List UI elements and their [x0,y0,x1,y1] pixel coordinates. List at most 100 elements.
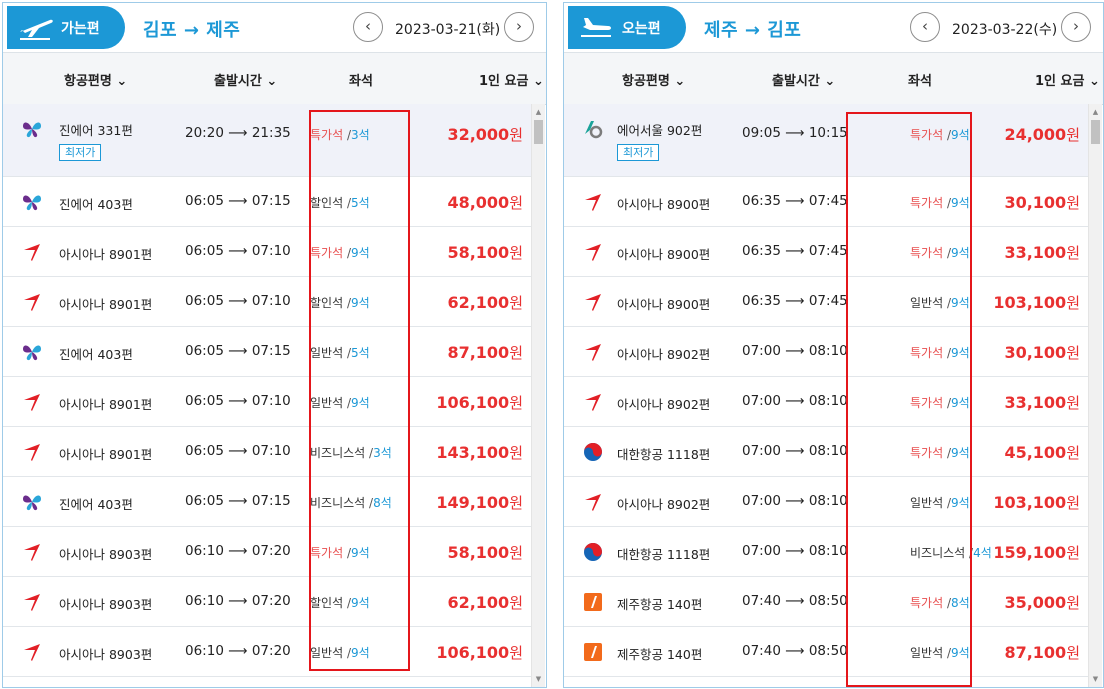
flight-time: 06:05 ⟶ 07:10 [185,293,291,309]
flight-row[interactable]: 진에어 403편 06:05 ⟶ 07:15 비즈니스석 /8석 149,100원 [3,477,531,527]
outbound-tab[interactable]: 가는편 [7,6,125,49]
fare-price[interactable]: 87,100원 [1004,642,1080,663]
departure-sort-header[interactable]: 출발시간 ⌄ [214,70,277,89]
seat-info: 일반석 /9석 [910,494,970,511]
flight-row[interactable]: 아시아나 8901편 06:05 ⟶ 07:10 일반석 /9석 106,100원 [3,377,531,427]
fare-price[interactable]: 32,000원 [447,124,523,145]
airseoul-icon [582,118,604,140]
flight-row[interactable]: 아시아나 8903편 06:10 ⟶ 07:20 할인석 /9석 62,100원 [3,577,531,627]
flight-time: 06:35 ⟶ 07:45 [742,193,848,209]
departure-plane-icon [20,19,53,40]
flight-row[interactable]: 아시아나 8901편 06:05 ⟶ 07:10 비즈니스석 /3석 143,100원 [3,427,531,477]
arrival-time: 08:10 [808,493,848,509]
inbound-route: 제주 → 김포 [704,20,802,41]
fare-price[interactable]: 45,100원 [1004,442,1080,463]
flight-row[interactable]: 진에어 331편 최저가 20:20 ⟶ 21:35 특가석 /3석 32,000원 [3,104,531,177]
inbound-tab[interactable]: 오는편 [568,6,686,49]
seat-info: 특가석 /9석 [910,244,970,261]
flight-row[interactable]: 아시아나 8903편 06:10 ⟶ 07:20 특가석 /9석 58,100원 [3,527,531,577]
outbound-scrollbar[interactable]: ▲ ▼ [531,104,545,687]
fare-price[interactable]: 30,100원 [1004,192,1080,213]
seat-info: 할인석 /9석 [310,294,370,311]
fare-price[interactable]: 30,100원 [1004,342,1080,363]
asiana-wing-icon [582,491,604,513]
flight-time: 06:05 ⟶ 07:15 [185,193,291,209]
scroll-up-arrow-icon[interactable]: ▲ [532,106,545,118]
airline-sort-header[interactable]: 항공편명 ⌄ [64,70,127,89]
arrival-time: 08:10 [808,343,848,359]
fare-price[interactable]: 103,100원 [993,292,1080,313]
seat-info: 일반석 /9석 [310,394,370,411]
scroll-down-arrow-icon[interactable]: ▼ [532,673,545,685]
fare-unit: 원 [509,294,523,312]
next-date-button[interactable]: › [1061,12,1091,42]
departure-time: 07:40 [742,643,781,659]
seat-info: 특가석 /9석 [910,444,970,461]
arrow-right-icon: ⟶ [780,443,809,459]
flight-row[interactable]: 제주항공 140편 07:40 ⟶ 08:50 일반석 /9석 87,100원 [564,627,1088,677]
flight-row[interactable]: 진에어 403편 06:05 ⟶ 07:15 일반석 /5석 87,100원 [3,327,531,377]
seat-count: 9석 [350,546,370,560]
prev-date-button[interactable]: ‹ [353,12,383,42]
flight-row[interactable]: 아시아나 8902편 07:00 ⟶ 08:10 특가석 /9석 33,100원 [564,377,1088,427]
fare-price[interactable]: 62,100원 [447,292,523,313]
flight-row[interactable]: 제주항공 140편 07:40 ⟶ 08:50 특가석 /8석 35,000원 [564,577,1088,627]
fare-price[interactable]: 58,100원 [447,242,523,263]
seat-class: 일반석 [910,296,944,310]
asiana-wing-icon [21,241,43,263]
seat-info: 특가석 /8석 [910,594,970,611]
arrow-right-icon: ⟶ [223,243,252,259]
flight-row[interactable]: 아시아나 8903편 06:10 ⟶ 07:20 일반석 /9석 106,100원 [3,627,531,677]
flight-row[interactable]: 진에어 403편 06:05 ⟶ 07:15 할인석 /5석 48,000원 [3,177,531,227]
fare-price[interactable]: 103,100원 [993,492,1080,513]
inbound-scrollbar[interactable]: ▲ ▼ [1088,104,1102,687]
airline-sort-header[interactable]: 항공편명 ⌄ [622,70,685,89]
next-date-button[interactable]: › [504,12,534,42]
fare-price[interactable]: 159,100원 [993,542,1080,563]
fare-price[interactable]: 35,000원 [1004,592,1080,613]
seat-info: 일반석 /9석 [910,644,970,661]
seat-count: 9석 [950,246,970,260]
flight-row[interactable]: 대한항공 1118편 07:00 ⟶ 08:10 특가석 /9석 45,100원 [564,427,1088,477]
departure-sort-header[interactable]: 출발시간 ⌄ [772,70,835,89]
flight-row[interactable]: 에어서울 902편 최저가 09:05 ⟶ 10:15 특가석 /9석 24,000원 [564,104,1088,177]
seat-class: 일반석 [310,346,344,360]
flight-row[interactable]: 아시아나 8901편 06:05 ⟶ 07:10 특가석 /9석 58,100원 [3,227,531,277]
scroll-thumb[interactable] [534,120,543,144]
fare-sort-header[interactable]: 1인 요금 ⌄ [1035,70,1100,89]
fare-price[interactable]: 58,100원 [447,542,523,563]
seat-info: 일반석 /5석 [310,344,370,361]
flight-row[interactable]: 아시아나 8900편 06:35 ⟶ 07:45 특가석 /9석 33,100원 [564,227,1088,277]
flight-row[interactable]: 아시아나 8900편 06:35 ⟶ 07:45 일반석 /9석 103,100원 [564,277,1088,327]
seat-info: 특가석 /9석 [310,244,370,261]
fare-amount: 35,000 [1004,593,1067,612]
fare-price[interactable]: 106,100원 [436,642,523,663]
seat-separator: / [343,546,351,560]
flight-row[interactable]: 아시아나 8902편 07:00 ⟶ 08:10 일반석 /9석 103,100원 [564,477,1088,527]
flight-row[interactable]: 대한항공 1118편 07:00 ⟶ 08:10 비즈니스석 /4석 159,100원 [564,527,1088,577]
fare-price[interactable]: 143,100원 [436,442,523,463]
seat-info: 특가석 /9석 [910,344,970,361]
fare-price[interactable]: 87,100원 [447,342,523,363]
fare-price[interactable]: 106,100원 [436,392,523,413]
departure-time: 07:00 [742,443,781,459]
fare-price[interactable]: 149,100원 [436,492,523,513]
fare-price[interactable]: 48,000원 [447,192,523,213]
fare-price[interactable]: 62,100원 [447,592,523,613]
flight-time: 06:05 ⟶ 07:10 [185,393,291,409]
fare-price[interactable]: 33,100원 [1004,242,1080,263]
flight-row[interactable]: 아시아나 8900편 06:35 ⟶ 07:45 특가석 /9석 30,100원 [564,177,1088,227]
flight-time: 06:05 ⟶ 07:15 [185,493,291,509]
flight-row[interactable]: 아시아나 8901편 06:05 ⟶ 07:10 할인석 /9석 62,100원 [3,277,531,327]
scroll-thumb[interactable] [1091,120,1100,144]
departure-time: 06:35 [742,293,781,309]
fare-sort-header[interactable]: 1인 요금 ⌄ [479,70,544,89]
scroll-down-arrow-icon[interactable]: ▼ [1089,673,1102,685]
scroll-up-arrow-icon[interactable]: ▲ [1089,106,1102,118]
prev-date-button[interactable]: ‹ [910,12,940,42]
fare-price[interactable]: 33,100원 [1004,392,1080,413]
fare-price[interactable]: 24,000원 [1004,124,1080,145]
flight-name: 아시아나 8901편 [59,447,153,462]
departure-time: 06:05 [185,243,224,259]
flight-row[interactable]: 아시아나 8902편 07:00 ⟶ 08:10 특가석 /9석 30,100원 [564,327,1088,377]
